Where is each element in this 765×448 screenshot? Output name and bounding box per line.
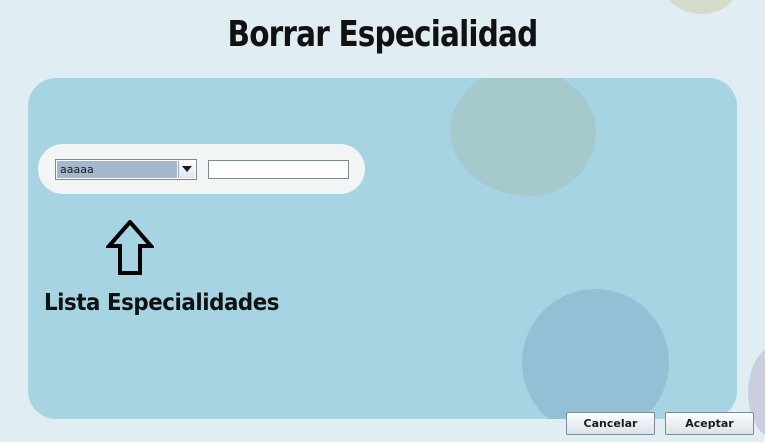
decorative-circle	[450, 78, 596, 196]
window-bottom-edge	[0, 442, 765, 448]
combobox-dropdown-button[interactable]	[178, 161, 195, 178]
especialidad-text-field[interactable]	[208, 160, 349, 179]
dialog-window: Borrar Especialidad aaaaa Lista Especial…	[0, 0, 765, 448]
chevron-down-icon	[182, 166, 192, 172]
list-especialidades-label: Lista Especialidades	[44, 290, 280, 316]
especialidad-combobox[interactable]: aaaaa	[55, 159, 197, 180]
accept-button[interactable]: Aceptar	[665, 412, 754, 435]
decorative-circle	[663, 0, 739, 14]
arrow-up-outline-icon	[106, 220, 154, 275]
combobox-selected-value: aaaaa	[57, 161, 177, 178]
page-title: Borrar Especialidad	[227, 14, 539, 55]
cancel-button[interactable]: Cancelar	[566, 412, 655, 435]
decorative-circle	[522, 289, 669, 419]
